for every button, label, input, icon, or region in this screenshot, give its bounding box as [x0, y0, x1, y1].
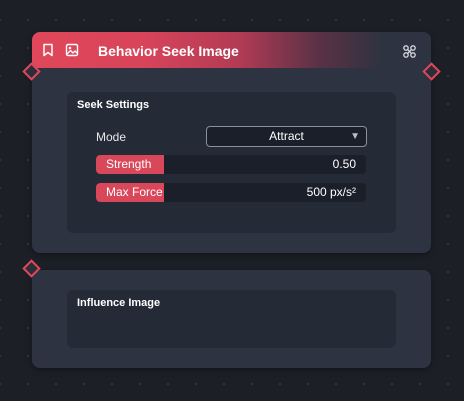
bookmark-icon[interactable] — [41, 43, 55, 57]
behavior-seek-image-node[interactable]: Behavior Seek Image Seek Settings Mode A… — [32, 32, 431, 253]
max-force-label: Max Force — [106, 185, 163, 199]
image-icon — [65, 43, 79, 57]
strength-slider[interactable]: Strength 0.50 — [96, 155, 366, 174]
strength-label: Strength — [106, 157, 152, 171]
mode-dropdown[interactable]: Attract ▼ — [206, 126, 367, 147]
seek-settings-panel: Seek Settings Mode Attract ▼ Strength 0.… — [67, 92, 396, 233]
mode-value: Attract — [269, 129, 304, 143]
link-nodes-icon[interactable] — [402, 44, 417, 59]
node-title: Behavior Seek Image — [98, 43, 239, 59]
strength-value: 0.50 — [332, 157, 356, 171]
chevron-down-icon: ▼ — [350, 131, 360, 142]
influence-image-node[interactable]: Influence Image — [32, 270, 431, 368]
mode-label: Mode — [96, 130, 127, 144]
influence-image-panel[interactable]: Influence Image — [67, 290, 396, 348]
seek-settings-title: Seek Settings — [77, 99, 150, 111]
max-force-slider[interactable]: Max Force 500 px/s² — [96, 183, 366, 202]
influence-image-title: Influence Image — [77, 297, 161, 309]
max-force-value: 500 px/s² — [306, 185, 356, 199]
node-header[interactable]: Behavior Seek Image — [32, 32, 431, 68]
